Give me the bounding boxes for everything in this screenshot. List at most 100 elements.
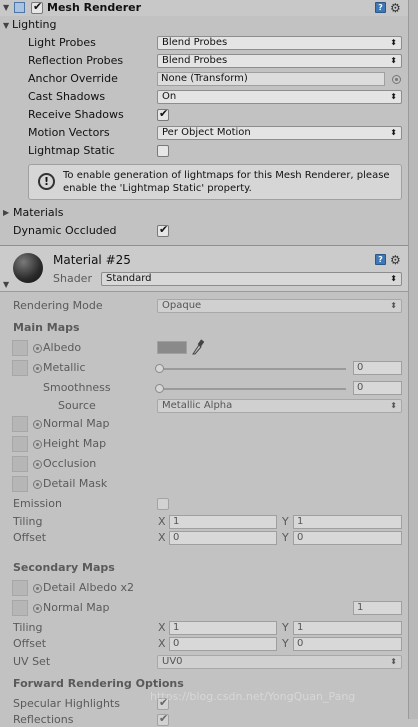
component-enabled-checkbox[interactable]: ✔ — [31, 0, 43, 14]
metallic-label: Metallic — [43, 361, 86, 374]
forward-rendering-heading: Forward Rendering Options — [13, 677, 184, 690]
main-tiling-x-label: X — [158, 515, 166, 528]
object-picker-icon[interactable] — [392, 75, 401, 84]
metallic-texture-slot[interactable] — [12, 360, 28, 376]
normal-map-label: Normal Map — [43, 417, 110, 430]
dropdown-arrow-icon: ⬍ — [390, 274, 397, 283]
secondary-normal-map-texture-slot[interactable] — [12, 600, 28, 616]
normal-map-texture-slot[interactable] — [12, 416, 28, 432]
reflections-label: Reflections — [13, 713, 74, 726]
specular-highlights-label: Specular Highlights — [13, 697, 120, 710]
secondary-maps-heading: Secondary Maps — [13, 561, 115, 574]
help-book-icon[interactable]: ? — [375, 254, 386, 265]
dynamic-occluded-checkbox[interactable]: ✔ — [157, 223, 169, 237]
secondary-tiling-x-field[interactable]: 1 — [169, 621, 277, 635]
dropdown-arrow-icon: ⬍ — [390, 56, 397, 65]
secondary-offset-y-field[interactable]: 0 — [293, 637, 402, 651]
material-name: Material #25 — [53, 253, 131, 267]
detail-mask-picker-icon[interactable] — [33, 480, 42, 489]
normal-map-picker-icon[interactable] — [33, 420, 42, 429]
secondary-normal-scale-field[interactable]: 1 — [353, 601, 402, 615]
gear-icon[interactable]: ⚙ — [390, 254, 401, 266]
main-tiling-y-label: Y — [282, 515, 289, 528]
albedo-label: Albedo — [43, 341, 82, 354]
mesh-renderer-icon — [14, 2, 25, 13]
albedo-picker-icon[interactable] — [33, 344, 42, 353]
secondary-offset-x-field[interactable]: 0 — [169, 637, 277, 651]
main-tiling-x-field[interactable]: 1 — [169, 515, 277, 529]
detail-albedo-picker-icon[interactable] — [33, 584, 42, 593]
main-tiling-label: Tiling — [13, 515, 43, 528]
dropdown-arrow-icon: ⬍ — [390, 92, 397, 101]
occlusion-label: Occlusion — [43, 457, 97, 470]
secondary-offset-y-label: Y — [282, 637, 289, 650]
reflection-probes-label: Reflection Probes — [28, 54, 124, 67]
detail-mask-texture-slot[interactable] — [12, 476, 28, 492]
anchor-override-field[interactable]: None (Transform) — [157, 72, 385, 86]
materials-foldout-label[interactable]: Materials — [13, 206, 63, 220]
height-map-texture-slot[interactable] — [12, 436, 28, 452]
gear-icon[interactable]: ⚙ — [390, 2, 401, 14]
shader-label: Shader — [53, 272, 92, 285]
metallic-slider-thumb[interactable] — [155, 364, 164, 373]
main-offset-x-field[interactable]: 0 — [169, 531, 277, 545]
reflections-checkbox[interactable]: ✔ — [157, 712, 169, 726]
eyedropper-icon[interactable] — [192, 339, 205, 355]
cast-shadows-dropdown[interactable]: On ⬍ — [157, 90, 402, 104]
dropdown-arrow-icon: ⬍ — [390, 301, 397, 310]
rendering-mode-dropdown[interactable]: Opaque ⬍ — [157, 299, 402, 313]
smoothness-slider-thumb[interactable] — [155, 384, 164, 393]
detail-albedo-texture-slot[interactable] — [12, 580, 28, 596]
main-offset-y-field[interactable]: 0 — [293, 531, 402, 545]
main-maps-heading: Main Maps — [13, 321, 80, 334]
metallic-picker-icon[interactable] — [33, 364, 42, 373]
height-map-label: Height Map — [43, 437, 107, 450]
albedo-color-swatch[interactable] — [157, 341, 187, 354]
cast-shadows-label: Cast Shadows — [28, 90, 106, 103]
smoothness-slider-track[interactable] — [160, 388, 346, 390]
material-header: ▼ Material #25 Shader Standard ⬍ ? ⚙ — [0, 246, 408, 292]
detail-albedo-label: Detail Albedo x2 — [43, 581, 134, 594]
receive-shadows-checkbox[interactable]: ✔ — [157, 107, 169, 121]
uv-set-label: UV Set — [13, 655, 51, 668]
materials-foldout-arrow-icon[interactable]: ▶ — [3, 208, 9, 217]
lightmap-static-label: Lightmap Static — [28, 144, 115, 157]
help-book-icon[interactable]: ? — [375, 2, 386, 13]
metallic-value-field[interactable]: 0 — [353, 361, 402, 375]
source-label: Source — [58, 399, 96, 412]
collapse-arrow-icon[interactable]: ▼ — [3, 3, 9, 12]
emission-checkbox[interactable] — [157, 498, 169, 510]
shader-dropdown[interactable]: Standard ⬍ — [101, 272, 402, 286]
occlusion-texture-slot[interactable] — [12, 456, 28, 472]
secondary-tiling-label: Tiling — [13, 621, 43, 634]
smoothness-label: Smoothness — [43, 381, 111, 394]
occlusion-picker-icon[interactable] — [33, 460, 42, 469]
main-tiling-y-field[interactable]: 1 — [293, 515, 402, 529]
secondary-offset-label: Offset — [13, 637, 47, 650]
secondary-tiling-x-label: X — [158, 621, 166, 634]
height-map-picker-icon[interactable] — [33, 440, 42, 449]
light-probes-dropdown[interactable]: Blend Probes ⬍ — [157, 36, 402, 50]
uv-set-dropdown[interactable]: UV0 ⬍ — [157, 655, 402, 669]
secondary-tiling-y-field[interactable]: 1 — [293, 621, 402, 635]
detail-mask-label: Detail Mask — [43, 477, 108, 490]
smoothness-value-field[interactable]: 0 — [353, 381, 402, 395]
light-probes-label: Light Probes — [28, 36, 96, 49]
reflection-probes-dropdown[interactable]: Blend Probes ⬍ — [157, 54, 402, 68]
rendering-mode-label: Rendering Mode — [13, 299, 103, 312]
dropdown-arrow-icon: ⬍ — [390, 128, 397, 137]
dynamic-occluded-label: Dynamic Occluded — [13, 224, 117, 237]
material-foldout-arrow-icon[interactable]: ▼ — [3, 280, 9, 289]
metallic-slider-track[interactable] — [160, 368, 346, 370]
source-dropdown[interactable]: Metallic Alpha ⬍ — [157, 399, 402, 413]
secondary-tiling-y-label: Y — [282, 621, 289, 634]
lighting-foldout-arrow-icon[interactable]: ▼ — [3, 21, 9, 30]
secondary-normal-map-picker-icon[interactable] — [33, 604, 42, 613]
motion-vectors-dropdown[interactable]: Per Object Motion ⬍ — [157, 126, 402, 140]
scrollbar[interactable] — [408, 0, 418, 719]
lightmap-static-checkbox[interactable] — [157, 145, 169, 157]
lighting-foldout-label[interactable]: Lighting — [12, 18, 56, 32]
secondary-offset-x-label: X — [158, 637, 166, 650]
dropdown-arrow-icon: ⬍ — [390, 401, 397, 410]
albedo-texture-slot[interactable] — [12, 340, 28, 356]
